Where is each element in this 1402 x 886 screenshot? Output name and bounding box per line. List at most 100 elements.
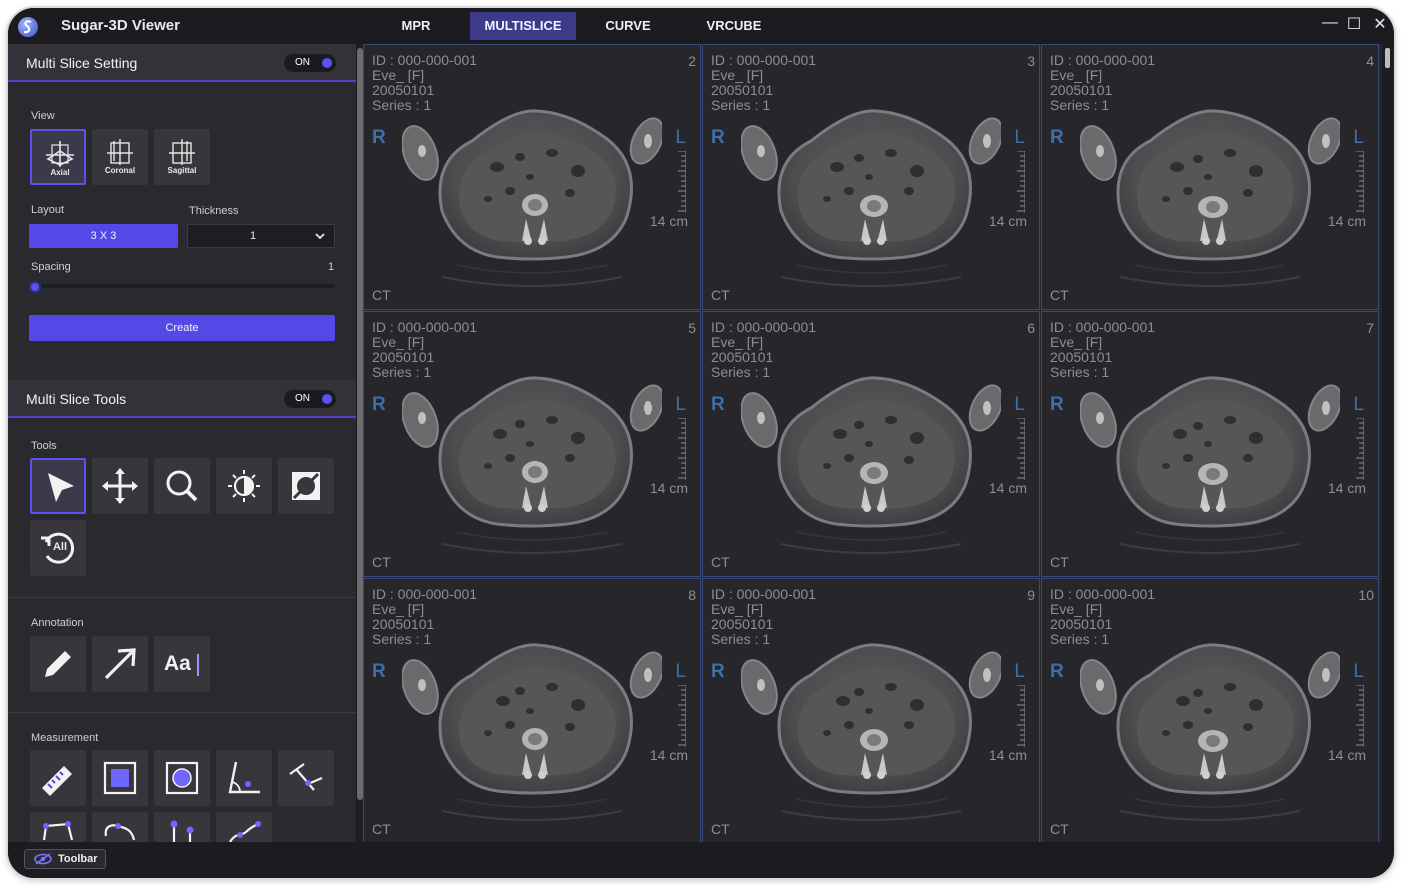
slice-number: 9 [1027, 587, 1035, 603]
orientation-left-marker: L [675, 661, 686, 682]
spacing-label: Spacing [31, 261, 71, 273]
arrow-annotation-button[interactable] [92, 636, 148, 692]
view-coronal-button[interactable]: Coronal [92, 129, 148, 185]
close-icon[interactable]: ✕ [1370, 14, 1390, 34]
cobb-angle-button[interactable] [278, 750, 334, 806]
curve-tool-button[interactable] [216, 812, 272, 842]
divider [8, 712, 356, 713]
multi-slice-setting-toggle[interactable]: ON [284, 54, 336, 72]
layout-button[interactable]: 3 X 3 [29, 224, 178, 248]
spacing-slider-handle[interactable] [29, 281, 41, 293]
thickness-dropdown[interactable]: 1 [187, 224, 335, 248]
scale-label: 14 cm [1327, 480, 1366, 496]
text-tool-label: Aa [164, 652, 191, 675]
modality-label: CT [1050, 821, 1069, 837]
toggle-knob [322, 58, 332, 68]
layout-label: Layout [31, 204, 65, 216]
modality-label: CT [372, 287, 391, 303]
ellipse-roi-button[interactable] [154, 750, 210, 806]
polyline-icon [42, 821, 74, 841]
patient-id: ID : 000-000-001 [1050, 319, 1156, 335]
scale-ruler-icon [1017, 685, 1025, 747]
orientation-right-marker: R [1050, 661, 1064, 682]
tab-multislice[interactable]: MULTISLICE [470, 12, 576, 40]
thickness-label: Thickness [189, 205, 239, 217]
arrow-icon [104, 648, 136, 680]
viewport-cell[interactable]: ID : 000-000-001 Eve_ [F] 20050101 Serie… [1041, 578, 1379, 844]
ruler-tool-button[interactable] [30, 750, 86, 806]
select-tool-button[interactable] [30, 458, 86, 514]
ct-slice-image [1080, 376, 1340, 554]
freehand-roi-button[interactable] [92, 812, 148, 842]
minimize-icon[interactable]: — [1320, 14, 1340, 32]
invert-tool-button[interactable] [278, 458, 334, 514]
scale-ruler-icon [1017, 151, 1025, 213]
ellipse-roi-icon [165, 761, 199, 795]
slice-number: 6 [1027, 320, 1035, 336]
multi-slice-tools-header: Multi Slice Tools ON [8, 380, 356, 418]
orientation-left-marker: L [675, 127, 686, 148]
viewport-cell[interactable]: ID : 000-000-001 Eve_ [F] 20050101 Serie… [702, 578, 1040, 844]
ct-slice-image [741, 643, 1001, 821]
pencil-icon [45, 651, 71, 677]
zoom-tool-button[interactable] [154, 458, 210, 514]
move-icon [102, 468, 138, 504]
rectangle-roi-button[interactable] [92, 750, 148, 806]
viewport-cell[interactable]: ID : 000-000-001 Eve_ [F] 20050101 Serie… [1041, 44, 1379, 310]
scale-ruler-icon [1356, 418, 1364, 480]
slice-number: 3 [1027, 53, 1035, 69]
scale-ruler-icon [1356, 685, 1364, 747]
settings-panel: Multi Slice Setting ON View Axial Corona… [8, 44, 356, 842]
slice-number: 10 [1358, 587, 1374, 603]
toolbar-label: Toolbar [58, 853, 98, 865]
viewport-cell[interactable]: ID : 000-000-001 Eve_ [F] 20050101 Serie… [702, 44, 1040, 310]
reset-all-label: All [52, 541, 68, 553]
maximize-icon[interactable]: ☐ [1344, 14, 1364, 34]
ct-slice-image [402, 109, 662, 287]
patient-id: ID : 000-000-001 [372, 586, 478, 602]
viewer-scrollbar-thumb[interactable] [1385, 48, 1390, 68]
toolbar-toggle-button[interactable]: Toolbar [24, 849, 106, 869]
modality-label: CT [372, 554, 391, 570]
reset-all-button[interactable]: All [30, 520, 86, 576]
view-axial-button[interactable]: Axial [30, 129, 86, 185]
viewport-cell[interactable]: ID : 000-000-001 Eve_ [F] 20050101 Serie… [702, 311, 1040, 577]
title-bar: Sugar-3D Viewer MPR MULTISLICE CURVE VRC… [8, 8, 1394, 44]
draw-tool-button[interactable] [30, 636, 86, 692]
magnifier-icon [166, 470, 198, 502]
patient-id: ID : 000-000-001 [711, 319, 817, 335]
app-window: Sugar-3D Viewer MPR MULTISLICE CURVE VRC… [8, 8, 1394, 878]
pointer-arrow-icon [48, 473, 74, 502]
tab-mpr[interactable]: MPR [391, 12, 441, 40]
toggle-knob [322, 394, 332, 404]
brightness-icon [228, 470, 260, 502]
orientation-right-marker: R [1050, 127, 1064, 148]
multislice-viewer[interactable]: ID : 000-000-001 Eve_ [F] 20050101 Serie… [363, 44, 1382, 844]
viewport-cell[interactable]: ID : 000-000-001 Eve_ [F] 20050101 Serie… [363, 311, 701, 577]
modality-label: CT [711, 821, 730, 837]
pan-tool-button[interactable] [92, 458, 148, 514]
divider [8, 597, 356, 598]
window-level-tool-button[interactable] [216, 458, 272, 514]
scale-label: 14 cm [988, 480, 1027, 496]
viewport-cell[interactable]: ID : 000-000-001 Eve_ [F] 20050101 Serie… [1041, 311, 1379, 577]
orientation-right-marker: R [372, 394, 386, 415]
angle-tool-button[interactable] [216, 750, 272, 806]
text-annotation-button[interactable]: Aa [154, 636, 210, 692]
tab-vrcube[interactable]: VRCUBE [701, 12, 767, 40]
multi-slice-tools-toggle[interactable]: ON [284, 390, 336, 408]
spacing-slider-track[interactable] [32, 284, 335, 288]
point-tool-button[interactable] [154, 812, 210, 842]
viewport-cell[interactable]: ID : 000-000-001 Eve_ [F] 20050101 Serie… [363, 44, 701, 310]
viewer-scrollbar[interactable] [1382, 44, 1394, 842]
create-button[interactable]: Create [29, 315, 335, 341]
tab-curve[interactable]: CURVE [600, 12, 656, 40]
slice-number: 5 [688, 320, 696, 336]
section-title: Multi Slice Tools [26, 391, 127, 407]
polyline-tool-button[interactable] [30, 812, 86, 842]
eye-icon [34, 853, 52, 865]
view-sagittal-button[interactable]: Sagittal [154, 129, 210, 185]
patient-id: ID : 000-000-001 [1050, 586, 1156, 602]
scale-label: 14 cm [649, 747, 688, 763]
viewport-cell[interactable]: ID : 000-000-001 Eve_ [F] 20050101 Serie… [363, 578, 701, 844]
